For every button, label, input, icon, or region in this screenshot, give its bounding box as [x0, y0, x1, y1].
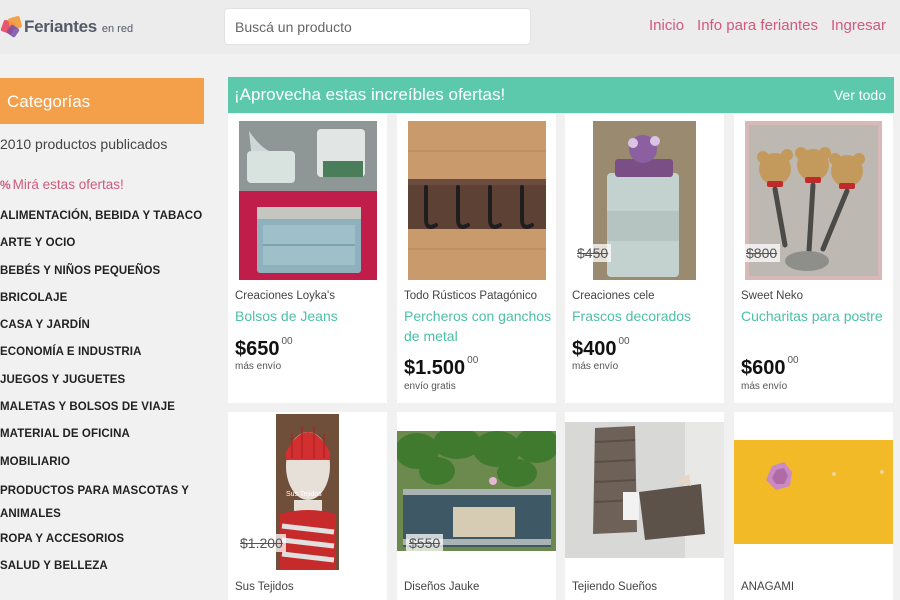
- product-price: $1.500 00: [404, 355, 479, 380]
- product-card[interactable]: $450 Creaciones cele Frascos decorados $…: [565, 114, 724, 403]
- product-seller: Todo Rústicos Patagónico: [404, 290, 537, 302]
- image-watermark: Sus Tejidos: [286, 491, 322, 498]
- percent-icon: %: [0, 177, 11, 192]
- category-item[interactable]: ARTE Y OCIO: [0, 234, 210, 261]
- category-item[interactable]: ALIMENTACIÓN, BEBIDA Y TABACO: [0, 207, 210, 234]
- offers-link[interactable]: % Mirá estas ofertas!: [0, 177, 124, 192]
- top-bar: Feriantes en red Inicio Info para ferian…: [0, 0, 900, 54]
- old-price: $800: [743, 244, 781, 262]
- product-name[interactable]: Cucharitas para postre: [741, 306, 889, 326]
- category-item[interactable]: JUEGOS Y JUGUETES: [0, 371, 210, 398]
- product-seller: Sweet Neko: [741, 290, 804, 302]
- logo-subtitle: en red: [101, 22, 134, 35]
- shipping-info: envío gratis: [404, 381, 456, 392]
- logo-icon: [0, 15, 23, 38]
- offers-banner: ¡Aprovecha estas increíbles ofertas! Ver…: [228, 77, 894, 113]
- product-image: [734, 440, 893, 544]
- product-seller: Tejiendo Sueños: [572, 581, 658, 593]
- product-seller: Sus Tejidos: [235, 581, 294, 593]
- nav-link-info-feriantes[interactable]: Info para feriantes: [697, 17, 818, 34]
- product-seller: Diseños Jauke: [404, 581, 480, 593]
- price-main: $1.500: [404, 357, 466, 379]
- product-name[interactable]: Percheros con ganchos de metal: [404, 306, 552, 346]
- old-price: $450: [574, 244, 612, 262]
- category-item[interactable]: ROPA Y ACCESORIOS: [0, 530, 210, 557]
- nav-link-inicio[interactable]: Inicio: [649, 17, 684, 34]
- product-seller: ANAGAMI: [741, 581, 795, 593]
- product-image: [565, 422, 724, 558]
- category-list: ALIMENTACIÓN, BEBIDA Y TABACO ARTE Y OCI…: [0, 207, 210, 585]
- view-all-link[interactable]: Ver todo: [834, 87, 886, 103]
- category-item[interactable]: MATERIAL DE OFICINA: [0, 425, 210, 452]
- category-item[interactable]: MALETAS Y BOLSOS DE VIAJE: [0, 398, 210, 425]
- category-item[interactable]: MOBILIARIO: [0, 453, 210, 480]
- product-seller: Creaciones Loyka's: [235, 290, 335, 302]
- price-cents: 00: [787, 355, 799, 366]
- product-card[interactable]: Tejiendo Sueños: [565, 412, 724, 600]
- price-cents: 00: [467, 355, 479, 366]
- product-card[interactable]: Sus Tejidos $1.200 Sus Tejidos: [228, 412, 387, 600]
- search-box: [224, 8, 531, 45]
- search-input[interactable]: [225, 9, 530, 44]
- product-price: $650 00: [235, 336, 293, 361]
- category-item[interactable]: BRICOLAJE: [0, 289, 210, 316]
- category-item[interactable]: BEBÉS Y NIÑOS PEQUEÑOS: [0, 262, 210, 289]
- product-seller: Creaciones cele: [572, 290, 655, 302]
- category-item[interactable]: SALUD Y BELLEZA: [0, 557, 210, 584]
- banner-title: ¡Aprovecha estas increíbles ofertas!: [234, 85, 506, 104]
- category-item[interactable]: PRODUCTOS PARA MASCOTAS Y ANIMALES: [0, 480, 210, 530]
- product-card[interactable]: Todo Rústicos Patagónico Percheros con g…: [397, 114, 556, 403]
- products-count: 2010 productos publicados: [0, 136, 168, 152]
- categories-header: Categorías: [0, 78, 204, 124]
- shipping-info: más envío: [572, 361, 619, 372]
- product-image: [408, 121, 546, 280]
- product-name[interactable]: Bolsos de Jeans: [235, 306, 383, 326]
- price-cents: 00: [618, 336, 630, 347]
- old-price: $1.200: [237, 534, 286, 552]
- product-price: $400 00: [572, 336, 630, 361]
- price-main: $400: [572, 338, 617, 360]
- logo-name: Feriantes: [24, 17, 97, 36]
- product-card[interactable]: ANAGAMI: [734, 412, 893, 600]
- product-card[interactable]: $550 Diseños Jauke: [397, 412, 556, 600]
- price-main: $650: [235, 338, 280, 360]
- product-image: [397, 431, 556, 551]
- product-image: [239, 121, 377, 280]
- product-name[interactable]: Frascos decorados: [572, 306, 720, 326]
- shipping-info: más envío: [741, 381, 788, 392]
- category-item[interactable]: ECONOMÍA E INDUSTRIA: [0, 343, 210, 370]
- price-main: $600: [741, 357, 786, 379]
- top-nav: Inicio Info para feriantes Ingresar: [649, 17, 886, 34]
- price-cents: 00: [281, 336, 293, 347]
- site-logo[interactable]: Feriantes en red: [0, 12, 134, 42]
- product-card[interactable]: $800 Sweet Neko Cucharitas para postre $…: [734, 114, 893, 403]
- category-item[interactable]: CASA Y JARDÍN: [0, 316, 210, 343]
- old-price: $550: [406, 534, 444, 552]
- product-card[interactable]: Creaciones Loyka's Bolsos de Jeans $650 0…: [228, 114, 387, 403]
- shipping-info: más envío: [235, 361, 282, 372]
- product-price: $600 00: [741, 355, 799, 380]
- nav-link-ingresar[interactable]: Ingresar: [831, 17, 886, 34]
- offers-label: Mirá estas ofertas!: [12, 177, 124, 192]
